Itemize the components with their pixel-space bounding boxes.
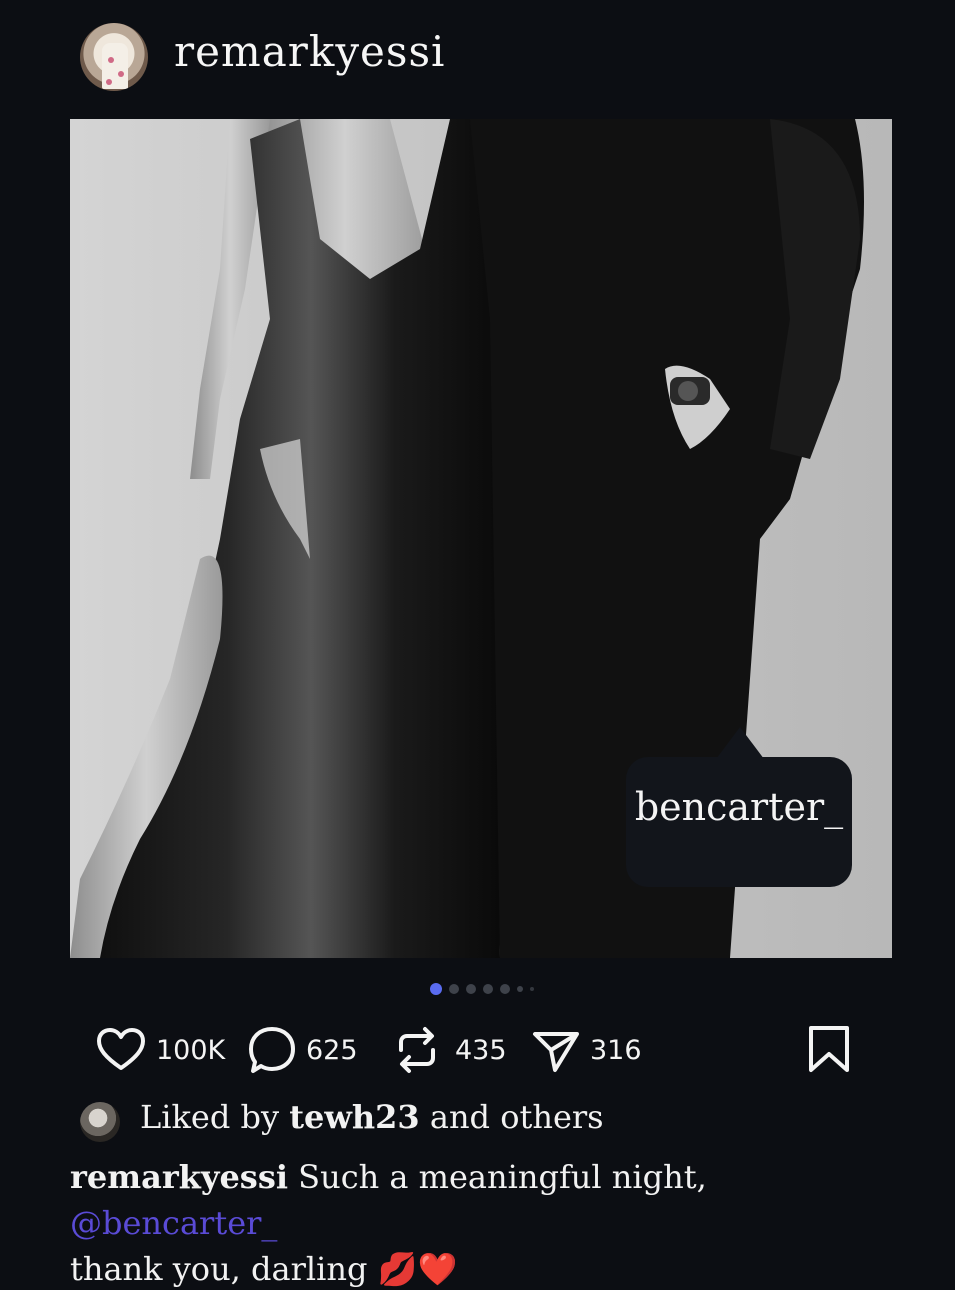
pager-dot[interactable]	[483, 984, 493, 994]
tag-pointer	[716, 727, 764, 759]
caption-emojis: 💋❤️	[377, 1250, 458, 1288]
liked-by-prefix: Liked by	[140, 1098, 280, 1136]
avatar-flower	[108, 57, 114, 63]
bookmark-icon	[807, 1024, 851, 1076]
share-button[interactable]: 316	[531, 1022, 642, 1078]
avatar-flower	[118, 71, 124, 77]
caption-text-2: thank you, darling	[70, 1250, 368, 1288]
pager-dot-active[interactable]	[430, 983, 442, 995]
heart-icon	[95, 1024, 147, 1076]
repost-count: 435	[455, 1034, 507, 1066]
post-caption: remarkyessi Such a meaningful night, @be…	[70, 1154, 850, 1290]
share-icon	[531, 1024, 581, 1076]
author-avatar[interactable]	[80, 23, 148, 91]
comment-button[interactable]: 625	[247, 1022, 358, 1078]
liked-by-suffix: and others	[429, 1098, 604, 1136]
share-count: 316	[590, 1034, 642, 1066]
action-bar: 100K 625 435 316	[95, 1022, 855, 1078]
carousel-pager	[430, 982, 534, 996]
caption-author[interactable]: remarkyessi	[70, 1158, 288, 1196]
author-username[interactable]: remarkyessi	[174, 27, 445, 76]
pager-dot[interactable]	[530, 987, 534, 991]
like-count: 100K	[156, 1034, 226, 1066]
liked-by-line[interactable]: Liked by tewh23 and others	[140, 1098, 604, 1136]
pager-dot[interactable]	[466, 984, 476, 994]
liked-by-user[interactable]: tewh23	[289, 1098, 419, 1136]
caption-mention[interactable]: @bencarter_	[70, 1204, 277, 1242]
comment-icon	[247, 1024, 297, 1076]
bookmark-button[interactable]	[807, 1022, 851, 1078]
pager-dot[interactable]	[449, 984, 459, 994]
post-screen: remarkyessi bencarter_ 100K 625 435 316 …	[0, 0, 955, 1290]
user-tag[interactable]: bencarter_	[626, 757, 852, 887]
caption-text: Such a meaningful night,	[298, 1158, 707, 1196]
liker-avatar[interactable]	[80, 1102, 120, 1142]
user-tag-label: bencarter_	[634, 785, 844, 829]
like-button[interactable]: 100K	[95, 1022, 225, 1078]
avatar-flower	[106, 79, 112, 85]
pager-dot[interactable]	[517, 986, 523, 992]
pager-dot[interactable]	[500, 984, 510, 994]
repost-button[interactable]: 435	[393, 1022, 507, 1078]
comment-count: 625	[306, 1034, 358, 1066]
repost-icon	[393, 1024, 441, 1076]
